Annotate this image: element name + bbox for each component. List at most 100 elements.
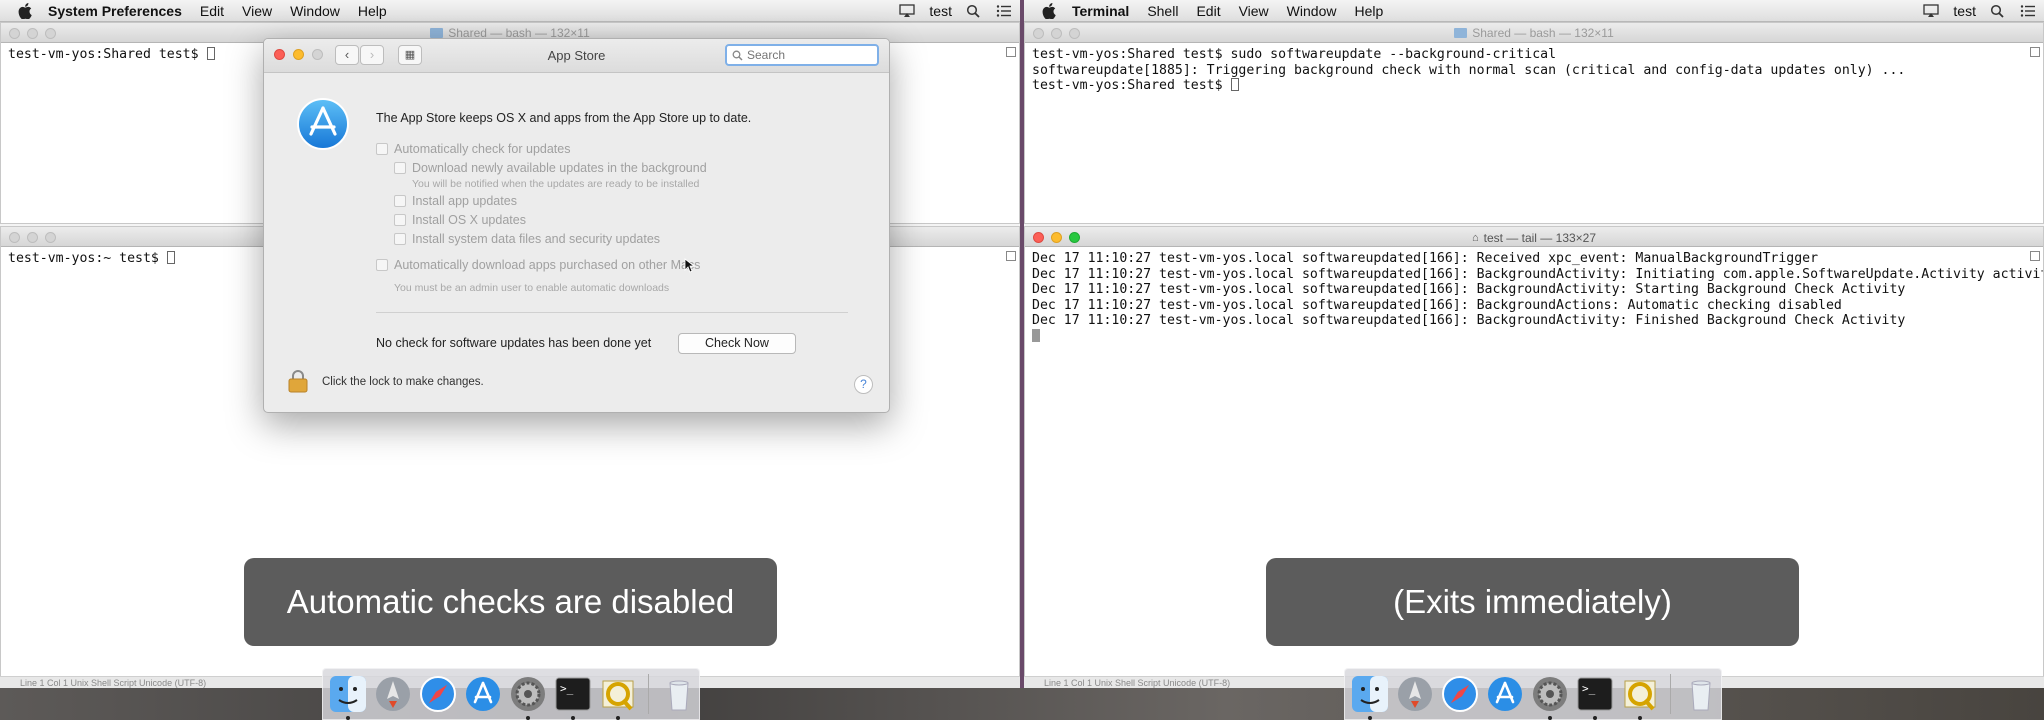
home-icon: ⌂ [1471, 232, 1479, 244]
running-indicator [571, 716, 575, 720]
status-text: Line 1 Col 1 Unix Shell Script Unicode (… [20, 678, 207, 688]
notification-center-icon[interactable] [2020, 4, 2036, 18]
app-store-icon[interactable] [1486, 675, 1524, 713]
menu-user[interactable]: test [929, 3, 952, 19]
caption-left: Automatic checks are disabled [244, 558, 777, 646]
zoom-button[interactable] [1069, 28, 1080, 39]
auto-download-label: Automatically download apps purchased on… [394, 258, 701, 272]
log-line: Dec 17 11:10:27 test-vm-yos.local softwa… [1032, 313, 1906, 329]
app-store-icon[interactable] [464, 675, 502, 713]
close-button[interactable] [9, 28, 20, 39]
menu-extras: test [899, 0, 1012, 22]
launchpad-icon[interactable] [1396, 675, 1434, 713]
menu-app-name[interactable]: Terminal [1072, 3, 1129, 19]
minimize-button[interactable] [27, 28, 38, 39]
search-field[interactable] [725, 44, 879, 66]
install-app-checkbox[interactable] [394, 195, 406, 207]
search-icon [732, 50, 743, 61]
download-bg-label: Download newly available updates in the … [412, 161, 707, 175]
menu-view[interactable]: View [242, 3, 272, 19]
menu-shell[interactable]: Shell [1147, 3, 1178, 19]
close-button[interactable] [9, 232, 20, 243]
download-bg-note: You will be notified when the updates ar… [412, 178, 700, 190]
zoom-button[interactable] [45, 232, 56, 243]
running-indicator [346, 716, 350, 720]
auto-check-option[interactable]: Automatically check for updates [376, 142, 570, 156]
trash-icon[interactable] [1682, 675, 1720, 713]
install-system-checkbox[interactable] [394, 233, 406, 245]
running-indicator [1638, 716, 1642, 720]
minimize-button[interactable] [1051, 28, 1062, 39]
svg-text:>_: >_ [1582, 682, 1596, 695]
terminal-icon[interactable]: >_ [554, 675, 592, 720]
zoom-button[interactable] [45, 28, 56, 39]
terminal-titlebar[interactable]: ⌂ test — tail — 133×27 [1025, 227, 2043, 247]
menu-edit[interactable]: Edit [200, 3, 224, 19]
launchpad-icon[interactable] [374, 675, 412, 713]
menu-view[interactable]: View [1239, 3, 1269, 19]
menu-app-name[interactable]: System Preferences [48, 3, 182, 19]
menu-window[interactable]: Window [1287, 3, 1337, 19]
search-input[interactable] [747, 48, 867, 62]
install-app-option[interactable]: Install app updates [394, 194, 517, 208]
auto-download-option[interactable]: Automatically download apps purchased on… [376, 258, 700, 272]
terminal-line: softwareupdate[1885]: Triggering backgro… [1032, 62, 1906, 78]
menu-help[interactable]: Help [1354, 3, 1383, 19]
install-app-label: Install app updates [412, 194, 517, 208]
help-button[interactable]: ? [854, 375, 873, 394]
airplay-icon[interactable] [899, 4, 916, 18]
trash-icon[interactable] [660, 675, 698, 713]
finder-icon[interactable] [329, 675, 367, 720]
menu-extras: test [1923, 0, 2036, 22]
lock-icon[interactable] [288, 369, 308, 393]
split-pane-icon[interactable] [2030, 251, 2040, 261]
apple-menu-icon[interactable] [1042, 2, 1056, 19]
console-icon[interactable] [599, 675, 637, 720]
app-store-icon [297, 98, 349, 150]
terminal-output[interactable]: Dec 17 11:10:27 test-vm-yos.local softwa… [1025, 247, 2043, 349]
minimize-button[interactable] [27, 232, 38, 243]
folder-icon [430, 28, 444, 38]
terminal-titlebar[interactable]: Shared — bash — 132×11 [1025, 23, 2043, 43]
finder-icon[interactable] [1351, 675, 1389, 720]
menu-edit[interactable]: Edit [1196, 3, 1220, 19]
terminal-window-top[interactable]: Shared — bash — 132×11 test-vm-yos:Share… [1024, 22, 2044, 224]
install-osx-checkbox[interactable] [394, 214, 406, 226]
prefs-headline: The App Store keeps OS X and apps from t… [376, 111, 752, 125]
terminal-output[interactable]: test-vm-yos:Shared test$ sudo softwareup… [1025, 43, 2043, 98]
airplay-icon[interactable] [1923, 4, 1940, 18]
spotlight-icon[interactable] [1990, 4, 2006, 18]
safari-icon[interactable] [419, 675, 457, 713]
prefs-titlebar[interactable]: ‹ › ▦ App Store [264, 39, 889, 73]
auto-download-checkbox[interactable] [376, 259, 388, 271]
auto-download-note: You must be an admin user to enable auto… [394, 282, 670, 294]
safari-icon[interactable] [1441, 675, 1479, 713]
download-bg-checkbox[interactable] [394, 162, 406, 174]
split-pane-icon[interactable] [1006, 47, 1016, 57]
split-pane-icon[interactable] [1006, 251, 1016, 261]
spotlight-icon[interactable] [966, 4, 982, 18]
system-preferences-icon[interactable] [1531, 675, 1569, 720]
split-pane-icon[interactable] [2030, 47, 2040, 57]
apple-menu-icon[interactable] [18, 2, 32, 19]
desktop-background [0, 688, 2044, 720]
close-button[interactable] [1033, 232, 1044, 243]
dock-separator [1670, 674, 1671, 714]
download-bg-option[interactable]: Download newly available updates in the … [394, 161, 707, 175]
left-panel: System Preferences Edit View Window Help… [0, 0, 1020, 720]
zoom-button[interactable] [1069, 232, 1080, 243]
terminal-line: test-vm-yos:Shared test$ sudo softwareup… [1032, 47, 1557, 62]
install-osx-option[interactable]: Install OS X updates [394, 213, 526, 227]
auto-check-checkbox[interactable] [376, 143, 388, 155]
terminal-icon[interactable]: >_ [1576, 675, 1614, 720]
menu-window[interactable]: Window [290, 3, 340, 19]
install-system-option[interactable]: Install system data files and security u… [394, 232, 660, 246]
close-button[interactable] [1033, 28, 1044, 39]
menu-user[interactable]: test [1953, 3, 1976, 19]
check-now-button[interactable]: Check Now [678, 333, 796, 354]
notification-center-icon[interactable] [996, 4, 1012, 18]
menu-help[interactable]: Help [358, 3, 387, 19]
system-preferences-icon[interactable] [509, 675, 547, 720]
minimize-button[interactable] [1051, 232, 1062, 243]
console-icon[interactable] [1621, 675, 1659, 720]
